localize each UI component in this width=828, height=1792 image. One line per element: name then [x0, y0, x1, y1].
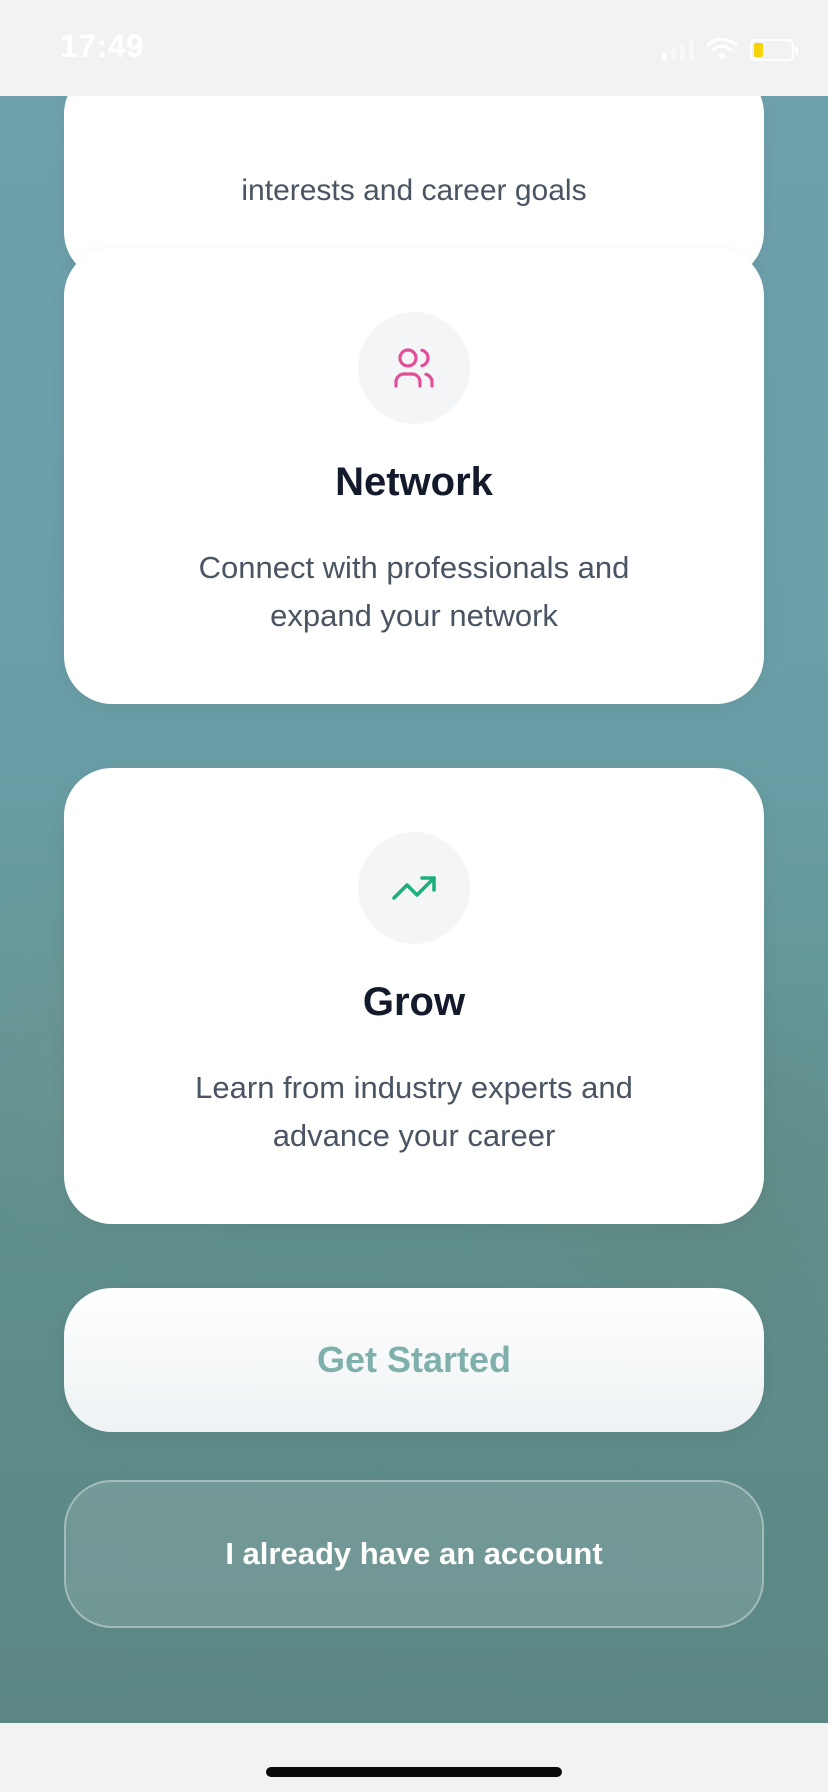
feature-card-title: Grow [362, 980, 466, 1024]
get-started-button[interactable]: Get Started [64, 1288, 764, 1432]
grow-icon-badge [358, 832, 470, 944]
battery-icon [750, 39, 798, 61]
home-indicator-area [0, 1723, 828, 1792]
feature-card-network: Network Connect with professionals and e… [64, 248, 764, 704]
get-started-label: Get Started [316, 1339, 512, 1380]
feature-card-grow: Grow Learn from industry experts and adv… [64, 768, 764, 1224]
home-indicator[interactable] [266, 1767, 562, 1777]
users-icon [394, 348, 434, 388]
feature-card-title: Network [335, 460, 493, 504]
status-bar: 17:49 [0, 0, 828, 96]
status-time: 17:49 [60, 28, 145, 64]
wifi-icon [706, 38, 738, 60]
cellular-signal-icon [662, 39, 694, 61]
feature-card-description: Connect with professionals and expand yo… [198, 550, 630, 633]
feature-card-description: Learn from industry experts and advance … [195, 1070, 633, 1153]
existing-account-button[interactable]: I already have an account [64, 1480, 764, 1628]
existing-account-label: I already have an account [225, 1536, 603, 1571]
network-icon-badge [358, 312, 470, 424]
onboarding-content: interests and career goals Network Conne… [0, 96, 828, 1723]
trending-up-icon [392, 876, 436, 900]
status-icons [662, 36, 798, 64]
feature-card-description: interests and career goals [241, 174, 587, 207]
